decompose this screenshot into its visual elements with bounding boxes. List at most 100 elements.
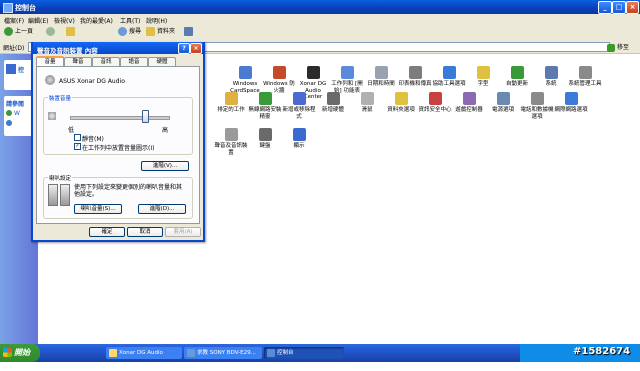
cp-item-icon — [258, 92, 272, 105]
cp-item[interactable]: 新增硬體 — [316, 92, 350, 114]
tab-sounds[interactable]: 聲音 — [64, 57, 92, 66]
left-speaker-icon — [48, 184, 58, 206]
cp-item[interactable]: 協助工具選項 — [432, 66, 466, 88]
maximize-button[interactable]: □ — [612, 1, 626, 14]
cp-item[interactable]: 聲音及音訊裝置 — [214, 128, 248, 156]
cp-item-icon — [564, 92, 578, 105]
cp-item-label: 排定的工作 — [217, 107, 245, 113]
views-button[interactable] — [184, 27, 195, 37]
cp-item[interactable]: 資訊安全中心 — [418, 92, 452, 114]
see-also-link[interactable]: W — [14, 110, 20, 117]
cp-item[interactable]: 新增或移除程式 — [282, 92, 316, 120]
up-folder-button[interactable] — [66, 27, 77, 37]
taskbar-item-xonar[interactable]: Xonar DG Audio Center — [106, 347, 182, 368]
cp-item-icon — [442, 66, 456, 79]
cp-item[interactable]: 排定的工作 — [214, 92, 248, 114]
volume-slider-track[interactable] — [70, 116, 170, 120]
cp-item[interactable]: Windows CardSpace — [228, 66, 262, 94]
go-arrow-icon — [607, 43, 615, 52]
tab-voice[interactable]: 語音 — [120, 57, 148, 66]
back-arrow-icon — [4, 27, 13, 36]
help-icon — [6, 120, 12, 126]
volume-slider-thumb[interactable] — [141, 110, 149, 123]
volume-tab-panel: ASUS Xonar DG Audio 裝置音量 低 高 靜音(M) ✓ 在工作… — [36, 66, 200, 224]
cp-item-icon — [360, 92, 374, 105]
tab-hardware[interactable]: 硬體 — [148, 57, 176, 66]
cp-item-label: 聲音及音訊裝置 — [214, 143, 248, 156]
cp-item[interactable]: 滑鼠 — [350, 92, 384, 114]
up-folder-icon — [66, 27, 75, 36]
cp-item[interactable]: 日期和時間 — [364, 66, 398, 88]
cp-item[interactable]: 電源選項 — [486, 92, 520, 114]
cp-item[interactable]: 鍵盤 — [248, 128, 282, 150]
cp-item-label: 無線網路安裝精靈 — [248, 107, 282, 120]
cp-item[interactable]: 遊戲控制器 — [452, 92, 486, 114]
folder-icon — [146, 27, 155, 36]
dialog-help-button[interactable]: ? — [178, 43, 190, 54]
cp-item-label: 電話和數據機選項 — [520, 107, 554, 120]
taskbar-item-control-panel[interactable]: 控制台 — [264, 347, 344, 359]
views-icon — [184, 27, 193, 36]
cp-item-label: 自動更新 — [505, 81, 528, 87]
cp-item-icon — [306, 66, 320, 79]
cp-item-label: 系統 — [545, 81, 557, 87]
start-label: 開始 — [14, 348, 30, 357]
cp-item[interactable]: 印表機和傳真 — [398, 66, 432, 88]
close-button[interactable]: × — [626, 1, 639, 14]
cp-item-label: 字型 — [477, 81, 489, 87]
tab-audio[interactable]: 音訊 — [92, 57, 120, 66]
cp-item[interactable]: 無線網路安裝精靈 — [248, 92, 282, 120]
cp-item-icon — [272, 66, 286, 79]
cp-item-label: 顯示 — [293, 143, 305, 149]
cp-item[interactable]: 字型 — [466, 66, 500, 88]
cp-item-icon — [496, 92, 510, 105]
cp-item[interactable]: 網際網路選項 — [554, 92, 588, 114]
right-speaker-icon — [60, 184, 70, 206]
cp-item-label: 資料夾選項 — [387, 107, 415, 113]
cp-item[interactable]: 顯示 — [282, 128, 316, 150]
cancel-button[interactable]: 取消 — [127, 227, 163, 237]
cp-item[interactable]: 系統管理工具 — [568, 66, 602, 88]
cp-item-icon — [476, 66, 490, 79]
cp-item-icon — [258, 128, 272, 141]
cp-item-label: 印表機和傳真 — [398, 81, 432, 87]
search-button[interactable]: 搜尋 — [118, 27, 141, 37]
cp-item-label: 網際網路選項 — [554, 107, 588, 113]
slider-high-label: 高 — [162, 127, 169, 134]
window-title: 控制台 — [15, 4, 36, 12]
advanced-volume-button[interactable]: 進階(V)... — [141, 161, 189, 171]
tray-icon-checkbox[interactable]: ✓ — [74, 143, 81, 150]
speaker-advanced-button[interactable]: 進階(D)... — [138, 204, 186, 214]
speaker-volume-button[interactable]: 喇叭音量(S)... — [74, 204, 122, 214]
cp-item[interactable]: 系統 — [534, 66, 568, 88]
cp-item[interactable]: Windows 防火牆 — [262, 66, 296, 94]
cp-item-label: 遊戲控制器 — [455, 107, 483, 113]
minimize-button[interactable]: _ — [598, 1, 612, 14]
cp-item-icon — [238, 66, 252, 79]
forward-button[interactable] — [46, 27, 57, 37]
cp-item-icon — [462, 92, 476, 105]
cp-item[interactable]: 電話和數據機選項 — [520, 92, 554, 120]
cp-item[interactable]: 自動更新 — [500, 66, 534, 88]
ok-button[interactable]: 確定 — [89, 227, 125, 237]
start-button[interactable]: 開始 — [0, 344, 40, 362]
cp-item-label: 新增硬體 — [321, 107, 344, 113]
dialog-close-button[interactable]: × — [190, 43, 202, 54]
speaker-device-icon — [45, 75, 55, 85]
window-titlebar[interactable]: 控制台 _ □ × — [0, 0, 640, 14]
speaker-description: 使用下列設定來變更個別的喇叭音量和其他設定。 — [74, 184, 183, 198]
go-button[interactable]: 移至 — [607, 42, 629, 52]
back-button[interactable]: 上一頁 — [4, 27, 33, 37]
dialog-titlebar[interactable]: 聲音及音訊裝置 內容 ? × — [33, 42, 203, 55]
apply-button[interactable]: 套用(A) — [165, 227, 201, 237]
folders-button[interactable]: 資料夾 — [146, 27, 175, 37]
sound-properties-dialog: 聲音及音訊裝置 內容 ? × 音量 聲音 音訊 語音 硬體 ASUS Xonar… — [31, 42, 205, 242]
mute-checkbox[interactable] — [74, 134, 81, 141]
cp-item-label: 新增或移除程式 — [282, 107, 316, 120]
task-pane-control-box: 控 — [4, 60, 34, 90]
cp-item-icon — [292, 128, 306, 141]
cp-item[interactable]: 資料夾選項 — [384, 92, 418, 114]
cp-item-icon — [578, 66, 592, 79]
cp-item[interactable]: 工作列和 [開始] 功能表 — [330, 66, 364, 94]
taskbar-item-browser[interactable]: 求教 SONY BDV-E29... — [184, 347, 262, 359]
